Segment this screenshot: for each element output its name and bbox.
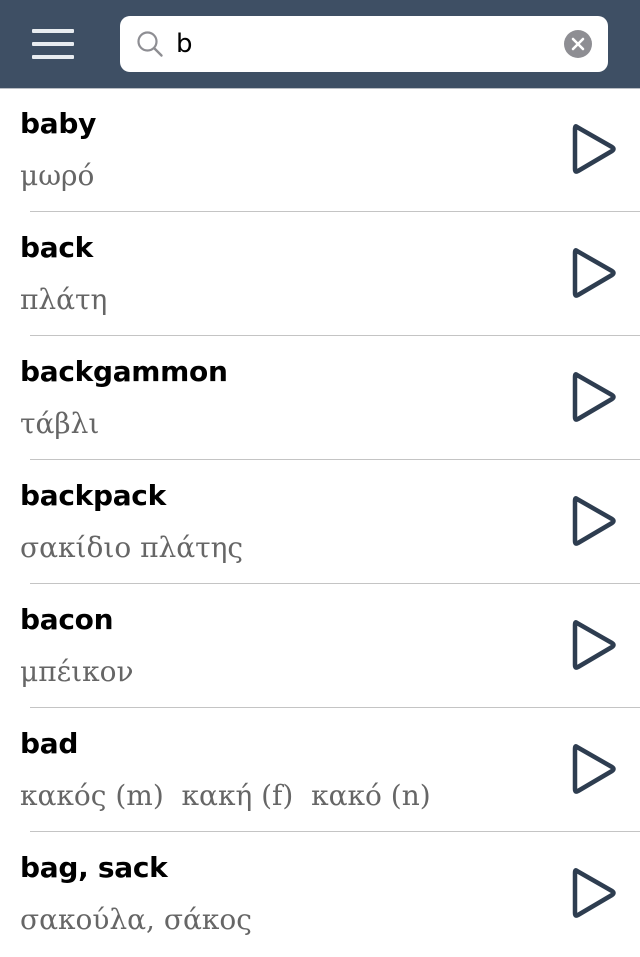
list-item[interactable]: backpack σακίδιο πλάτης — [0, 461, 640, 585]
menu-button[interactable] — [32, 29, 74, 59]
play-icon[interactable] — [568, 491, 620, 551]
entry-term: back — [20, 231, 93, 264]
entry-translation: σακίδιο πλάτης — [20, 531, 244, 564]
list-item[interactable]: bad κακός (m) κακή (f) κακό (n) — [0, 709, 640, 833]
list-item[interactable]: baby μωρό — [0, 89, 640, 213]
play-icon[interactable] — [568, 863, 620, 923]
entry-translation: μπέικον — [20, 655, 134, 688]
list-item[interactable]: back πλάτη — [0, 213, 640, 337]
entry-translation: τάβλι — [20, 407, 100, 440]
play-icon[interactable] — [568, 119, 620, 179]
play-icon[interactable] — [568, 367, 620, 427]
row-divider — [30, 335, 640, 336]
entry-term: baby — [20, 107, 97, 140]
entry-term: bag, sack — [20, 851, 168, 884]
close-icon — [571, 37, 585, 51]
entry-translation: μωρό — [20, 159, 95, 192]
entry-term: bacon — [20, 603, 114, 636]
play-icon[interactable] — [568, 615, 620, 675]
top-bar — [0, 0, 640, 89]
play-icon[interactable] — [568, 243, 620, 303]
row-divider — [30, 459, 640, 460]
entry-term: backgammon — [20, 355, 228, 388]
hamburger-menu-icon-bar — [32, 42, 74, 46]
search-input[interactable] — [176, 24, 556, 64]
hamburger-menu-icon-bar — [32, 29, 74, 33]
row-divider — [30, 583, 640, 584]
entry-term: bad — [20, 727, 79, 760]
hamburger-menu-icon-bar — [32, 55, 74, 59]
search-icon — [137, 31, 163, 57]
entry-translation: κακός (m) κακή (f) κακό (n) — [20, 779, 431, 812]
row-divider — [30, 707, 640, 708]
play-icon[interactable] — [568, 739, 620, 799]
search-bar — [120, 16, 608, 72]
entry-term: backpack — [20, 479, 166, 512]
results-list: baby μωρό back πλάτη backgammon τάβλι ba… — [0, 89, 640, 957]
row-divider — [30, 831, 640, 832]
list-item[interactable]: bacon μπέικον — [0, 585, 640, 709]
row-divider — [30, 211, 640, 212]
clear-search-button[interactable] — [564, 30, 592, 58]
list-item[interactable]: backgammon τάβλι — [0, 337, 640, 461]
entry-translation: πλάτη — [20, 283, 108, 316]
list-item[interactable]: bag, sack σακούλα, σάκος — [0, 833, 640, 957]
